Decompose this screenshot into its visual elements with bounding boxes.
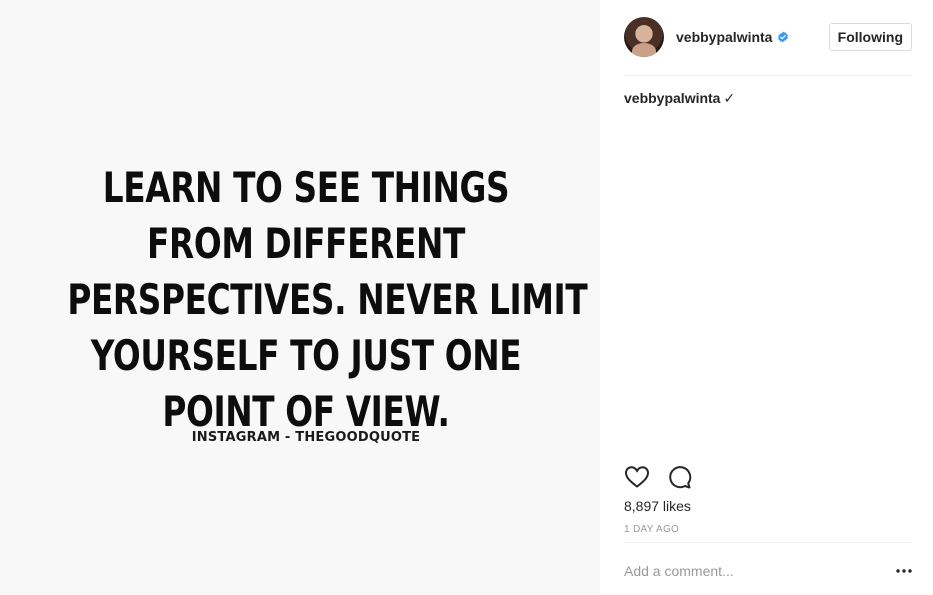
comment-input[interactable]: [624, 563, 888, 579]
likes-count[interactable]: 8,897 likes: [624, 498, 691, 514]
likes-label: 8,897 likes: [624, 498, 691, 514]
following-button[interactable]: Following: [828, 23, 912, 51]
caption-username[interactable]: vebbypalwinta: [624, 90, 720, 106]
post-timestamp[interactable]: 1 DAY AGO: [624, 524, 679, 535]
heart-icon[interactable]: [624, 465, 650, 489]
quote-credit: INSTAGRAM - THEGOODQUOTE: [191, 430, 421, 445]
more-options-icon[interactable]: [888, 559, 912, 583]
author-username[interactable]: vebbypalwinta: [676, 29, 772, 45]
post-sidebar: vebbypalwinta Following vebbypalwinta✓: [600, 0, 933, 595]
comment-row: [624, 556, 912, 586]
avatar[interactable]: [624, 17, 664, 57]
quote-line: FROM DIFFERENT: [147, 219, 465, 268]
quote-line: LEARN TO SEE THINGS: [102, 163, 510, 212]
quote-text: LEARN TO SEE THINGS FROM DIFFERENT PERSP…: [67, 160, 588, 440]
instagram-post: LEARN TO SEE THINGS FROM DIFFERENT PERSP…: [0, 0, 933, 595]
comment-icon[interactable]: [666, 465, 692, 489]
action-bar: [624, 464, 692, 490]
verified-badge-icon: [778, 31, 789, 43]
quote-line: YOURSELF TO JUST ONE: [90, 331, 522, 380]
comment-divider: [624, 542, 912, 543]
quote-line: PERSPECTIVES. NEVER LIMIT: [67, 275, 588, 324]
post-image[interactable]: LEARN TO SEE THINGS FROM DIFFERENT PERSP…: [0, 0, 600, 595]
header-divider: [624, 75, 912, 76]
post-header: vebbypalwinta Following: [624, 16, 912, 58]
caption-text: ✓: [723, 90, 736, 106]
caption: vebbypalwinta ✓: [624, 90, 735, 107]
